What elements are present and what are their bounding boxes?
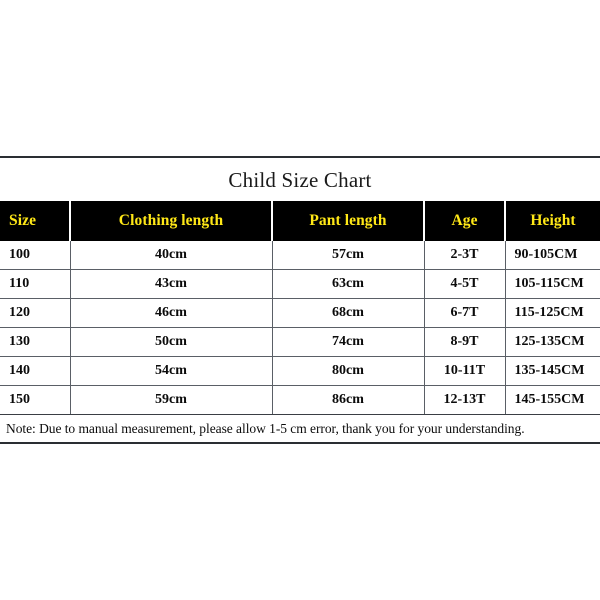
table-row: 100 40cm 57cm 2-3T 90-105CM	[0, 240, 600, 271]
table-row: 140 54cm 80cm 10-11T 135-145CM	[0, 356, 600, 387]
cell-pant-length: 74cm	[272, 327, 425, 358]
cell-age: 6-7T	[424, 298, 506, 329]
cell-age: 2-3T	[424, 240, 506, 271]
cell-height: 145-155CM	[505, 385, 600, 416]
cell-height: 105-115CM	[505, 269, 600, 300]
cell-pant-length: 57cm	[272, 240, 425, 271]
table-body: 100 40cm 57cm 2-3T 90-105CM 110 43cm 63c…	[0, 240, 600, 416]
table-row: 120 46cm 68cm 6-7T 115-125CM	[0, 298, 600, 329]
size-chart-page: Child Size Chart Size Clothing length Pa…	[0, 0, 600, 600]
column-header-height: Height	[505, 200, 600, 241]
cell-pant-length: 68cm	[272, 298, 425, 329]
cell-size: 150	[0, 385, 71, 416]
cell-clothing-length: 40cm	[70, 240, 273, 271]
table-header-row: Size Clothing length Pant length Age Hei…	[0, 200, 600, 241]
column-header-age: Age	[424, 200, 506, 241]
cell-age: 12-13T	[424, 385, 506, 416]
column-header-size: Size	[0, 200, 71, 241]
size-chart-block: Child Size Chart Size Clothing length Pa…	[0, 155, 600, 445]
cell-age: 4-5T	[424, 269, 506, 300]
table-header: Size Clothing length Pant length Age Hei…	[0, 200, 600, 241]
page-title: Child Size Chart	[228, 167, 372, 192]
table-row: 150 59cm 86cm 12-13T 145-155CM	[0, 385, 600, 416]
cell-age: 10-11T	[424, 356, 506, 387]
child-size-table: Size Clothing length Pant length Age Hei…	[0, 200, 600, 443]
measurement-note: Note: Due to manual measurement, please …	[0, 414, 600, 443]
cell-clothing-length: 54cm	[70, 356, 273, 387]
column-header-pant-length: Pant length	[272, 200, 425, 241]
cell-clothing-length: 43cm	[70, 269, 273, 300]
cell-pant-length: 63cm	[272, 269, 425, 300]
cell-size: 140	[0, 356, 71, 387]
cell-clothing-length: 50cm	[70, 327, 273, 358]
column-header-clothing-length: Clothing length	[70, 200, 273, 241]
cell-size: 110	[0, 269, 71, 300]
cell-size: 120	[0, 298, 71, 329]
cell-height: 135-145CM	[505, 356, 600, 387]
cell-size: 100	[0, 240, 71, 271]
cell-pant-length: 80cm	[272, 356, 425, 387]
cell-age: 8-9T	[424, 327, 506, 358]
cell-size: 130	[0, 327, 71, 358]
cell-clothing-length: 46cm	[70, 298, 273, 329]
cell-height: 125-135CM	[505, 327, 600, 358]
cell-pant-length: 86cm	[272, 385, 425, 416]
table-footer: Note: Due to manual measurement, please …	[0, 414, 600, 443]
table-row: 130 50cm 74cm 8-9T 125-135CM	[0, 327, 600, 358]
cell-clothing-length: 59cm	[70, 385, 273, 416]
cell-height: 90-105CM	[505, 240, 600, 271]
cell-height: 115-125CM	[505, 298, 600, 329]
note-row: Note: Due to manual measurement, please …	[0, 414, 600, 443]
table-row: 110 43cm 63cm 4-5T 105-115CM	[0, 269, 600, 300]
